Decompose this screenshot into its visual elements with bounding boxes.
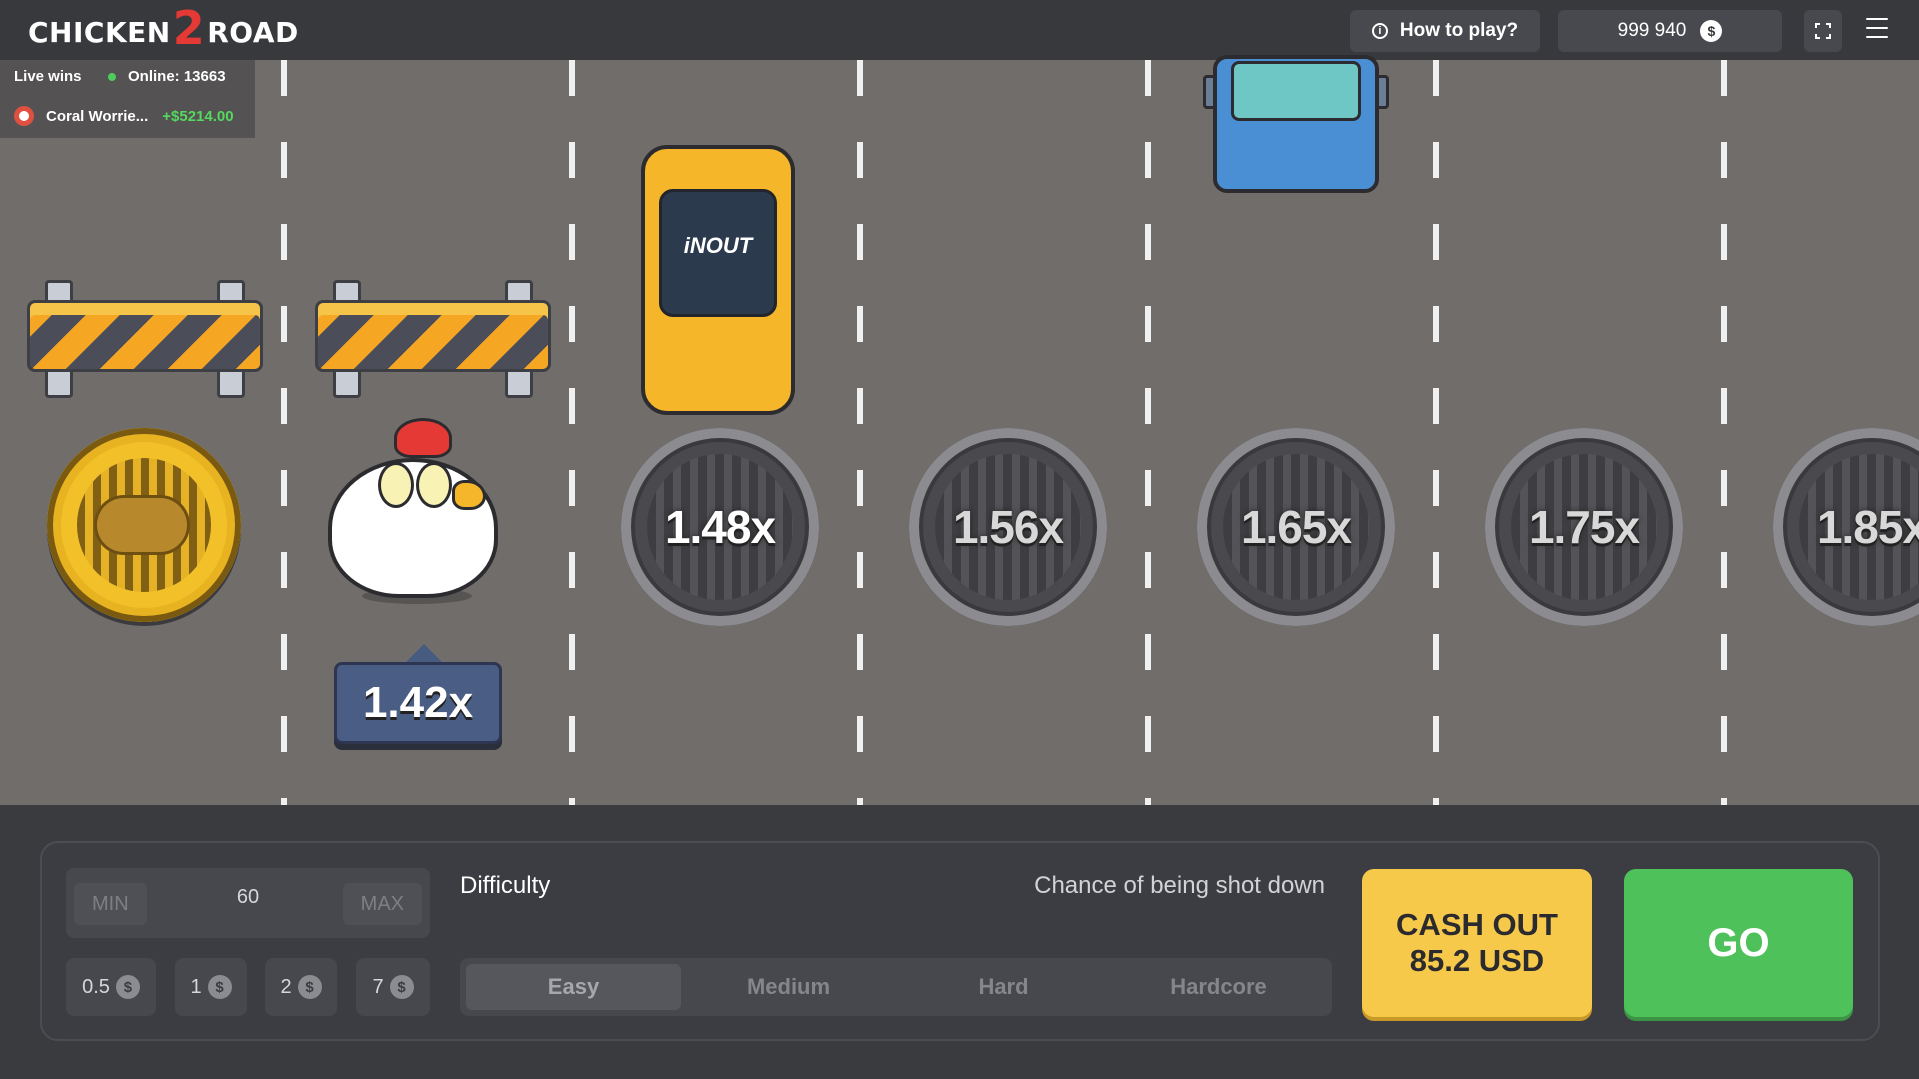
yellow-car: iNOUT [641, 145, 795, 415]
avatar [14, 106, 34, 126]
fullscreen-button[interactable] [1804, 10, 1842, 52]
multiplier-manhole: 1.56x [909, 428, 1107, 626]
car-logo: iNOUT [683, 233, 753, 258]
live-wins-panel: Live wins Online: 13663 Coral Worrie... … [0, 60, 255, 138]
game-logo: CHICKEN 2 ROAD [28, 1, 299, 55]
manhole-multiplier: 1.56x [952, 501, 1064, 553]
lane-divider [1145, 60, 1151, 805]
current-multiplier-tag: 1.42x [334, 644, 502, 744]
quick-bet-value: 2 [280, 975, 292, 998]
menu-icon[interactable] [1866, 18, 1888, 38]
max-bet-button[interactable]: MAX [342, 883, 422, 925]
quick-bet-value: 1 [190, 975, 202, 998]
winner-name: Coral Worrie... [46, 107, 149, 125]
lane-divider [857, 60, 863, 805]
balance-value: 999 940 [1617, 20, 1687, 41]
quick-bet-button[interactable]: 0.5 $ [66, 958, 156, 1016]
how-to-play-button[interactable]: i How to play? [1350, 10, 1540, 52]
manhole-multiplier: 1.48x [664, 501, 776, 553]
manhole-multiplier: 1.65x [1240, 501, 1352, 553]
difficulty-hard[interactable]: Hard [896, 964, 1111, 1010]
top-bar: CHICKEN 2 ROAD i How to play? 999 940 $ [0, 0, 1919, 60]
live-wins-title: Live wins [14, 68, 82, 85]
manhole-multiplier: 1.75x [1528, 501, 1640, 553]
cash-out-button[interactable]: CASH OUT 85.2 USD [1362, 869, 1592, 1017]
lane-divider [1721, 60, 1727, 805]
lane-divider [1433, 60, 1439, 805]
blue-truck [1203, 55, 1389, 195]
roast-chicken-coin-icon [47, 428, 241, 622]
info-icon: i [1371, 23, 1388, 39]
difficulty-selector: Easy Medium Hard Hardcore [460, 958, 1332, 1016]
online-label: Online: 13663 [128, 68, 226, 85]
logo-chicken: CHICKEN [28, 15, 171, 49]
win-amount: +$5214.00 [162, 107, 234, 125]
difficulty-medium[interactable]: Medium [681, 964, 896, 1010]
go-button[interactable]: GO [1624, 869, 1853, 1017]
dollar-coin-icon: $ [1700, 20, 1723, 42]
dollar-icon: $ [389, 975, 414, 999]
difficulty-hardcore[interactable]: Hardcore [1111, 964, 1326, 1010]
balance-display: 999 940 $ [1558, 10, 1782, 52]
quick-bet-value: 7 [372, 975, 384, 998]
multiplier-manhole: 1.75x [1485, 428, 1683, 626]
road-barrier [27, 280, 263, 400]
road-barrier [315, 280, 551, 400]
cash-out-amount: 85.2 USD [1409, 943, 1545, 978]
current-multiplier: 1.42x [362, 678, 474, 727]
dollar-icon: $ [207, 975, 232, 999]
game-road [0, 60, 1919, 805]
lane-divider [569, 60, 575, 805]
quick-bet-value: 0.5 [82, 975, 110, 998]
chicken-player [322, 418, 508, 608]
logo-road: ROAD [207, 15, 299, 49]
quick-bet-button[interactable]: 7 $ [356, 958, 430, 1016]
quick-bet-button[interactable]: 1 $ [175, 958, 247, 1016]
live-win-row: Coral Worrie... +$5214.00 [14, 106, 234, 126]
difficulty-easy[interactable]: Easy [466, 964, 681, 1010]
bet-amount-input[interactable]: MIN 60 MAX [66, 868, 430, 938]
online-count: Online: 13663 [108, 68, 226, 85]
multiplier-manhole[interactable]: 1.48x [621, 428, 819, 626]
online-dot-icon [108, 72, 116, 81]
dollar-icon: $ [297, 975, 322, 999]
fullscreen-icon [1815, 23, 1831, 39]
quick-bet-button[interactable]: 2 $ [265, 958, 337, 1016]
manhole-multiplier: 1.85x [1816, 501, 1919, 553]
dollar-icon: $ [115, 975, 140, 999]
logo-number: 2 [172, 1, 206, 55]
chance-label: Chance of being shot down [1034, 872, 1325, 899]
lane-divider [281, 60, 287, 805]
cash-out-label: CASH OUT [1396, 907, 1558, 942]
difficulty-label: Difficulty [460, 872, 551, 899]
how-to-play-label: How to play? [1399, 20, 1519, 41]
multiplier-manhole: 1.65x [1197, 428, 1395, 626]
